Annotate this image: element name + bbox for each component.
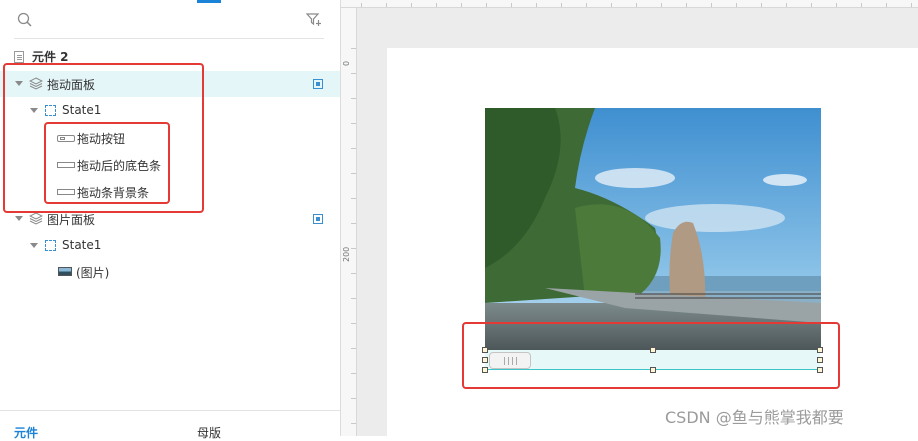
page-icon bbox=[14, 51, 24, 63]
watermark: CSDN @鱼与熊掌我都要 bbox=[665, 408, 844, 427]
image-icon bbox=[58, 267, 72, 276]
tab-widgets[interactable]: 元件 bbox=[14, 424, 38, 441]
visibility-toggle-icon[interactable] bbox=[313, 79, 323, 89]
search-row bbox=[0, 6, 340, 34]
tab-masters[interactable]: 母版 bbox=[197, 424, 221, 441]
visibility-toggle-icon[interactable] bbox=[313, 214, 323, 224]
tree-item-label: 图片面板 bbox=[47, 213, 96, 227]
tree-item-label: (图片) bbox=[76, 266, 110, 280]
caret-down-icon[interactable] bbox=[15, 215, 23, 223]
ruler-label: 200 bbox=[342, 246, 351, 262]
tree-item-image[interactable]: (图片) bbox=[0, 259, 340, 285]
annotation-box-widgets bbox=[44, 122, 170, 204]
search-icon[interactable] bbox=[17, 12, 33, 28]
ruler-label: 0 bbox=[342, 60, 351, 66]
annotation-box-slider bbox=[462, 322, 840, 389]
tree-item-label: State1 bbox=[62, 238, 102, 252]
layers-icon bbox=[28, 212, 44, 225]
lakeside-photo[interactable] bbox=[485, 108, 821, 351]
search-divider bbox=[14, 38, 324, 39]
outline-panel: 元件 2 拖动面板 State1 拖动按钮 拖动后的底色条 拖动条背景条 图片面… bbox=[0, 0, 340, 440]
tree-item-state1[interactable]: State1 bbox=[0, 233, 340, 259]
bottom-divider bbox=[0, 410, 340, 411]
active-panel-indicator bbox=[197, 0, 221, 3]
state-icon bbox=[45, 240, 56, 251]
vertical-ruler: 0 200 bbox=[341, 8, 357, 436]
horizontal-ruler bbox=[341, 0, 918, 8]
caret-down-icon[interactable] bbox=[30, 242, 38, 250]
filter-icon[interactable] bbox=[305, 12, 322, 28]
